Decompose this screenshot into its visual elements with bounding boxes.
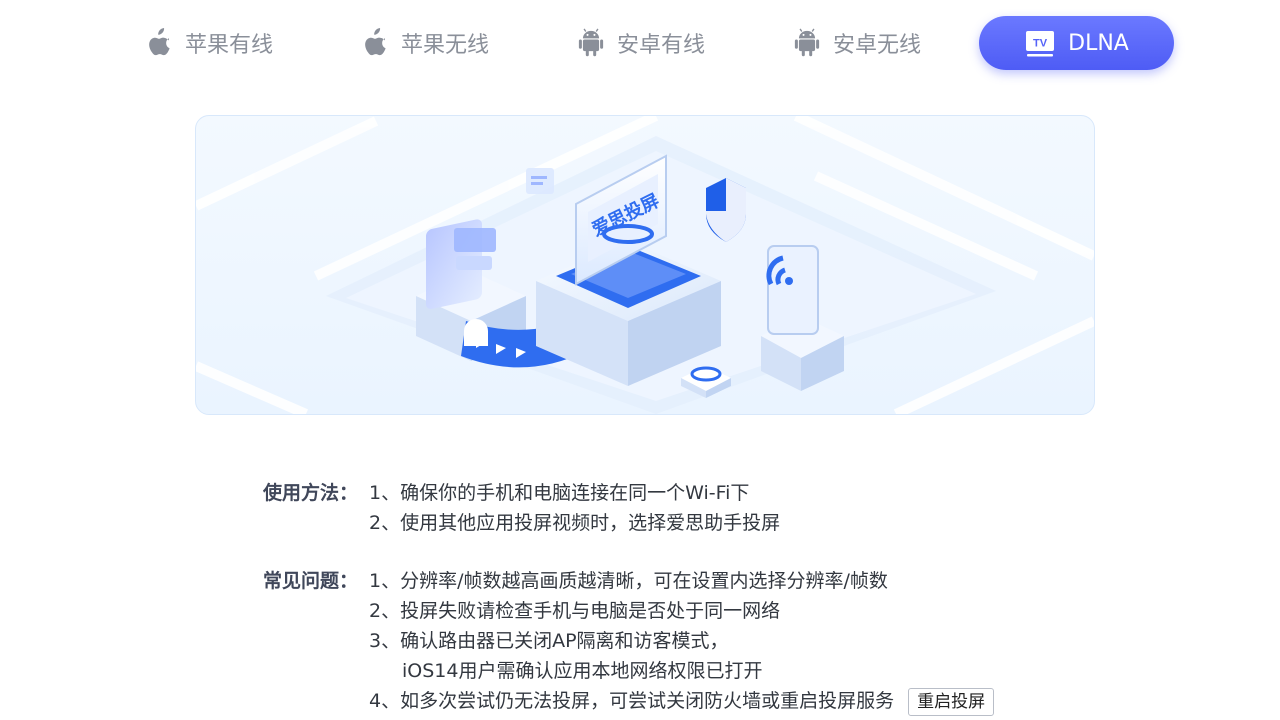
tab-android-wireless[interactable]: 安卓无线 bbox=[793, 16, 921, 70]
faq-item: 2、投屏失败请检查手机与电脑是否处于同一网络 bbox=[369, 600, 781, 622]
apple-icon bbox=[145, 28, 173, 58]
android-icon bbox=[793, 28, 821, 58]
restart-cast-button[interactable]: 重启投屏 bbox=[908, 687, 995, 716]
apple-icon bbox=[361, 28, 389, 58]
usage-label: 使用方法： bbox=[263, 482, 359, 504]
faq-label: 常见问题： bbox=[263, 570, 359, 592]
tv-icon: TV bbox=[1024, 28, 1056, 58]
tab-label: 安卓有线 bbox=[617, 33, 706, 58]
tab-label: 安卓无线 bbox=[833, 33, 922, 58]
tab-apple-wireless[interactable]: 苹果无线 bbox=[361, 16, 489, 70]
tab-label: 苹果无线 bbox=[401, 33, 490, 58]
dlna-illustration: 爱思投屏 bbox=[195, 115, 1095, 415]
tab-label: DLNA bbox=[1068, 30, 1129, 56]
svg-text:TV: TV bbox=[1033, 38, 1048, 50]
android-icon bbox=[577, 28, 605, 58]
faq-item: 1、分辨率/帧数越高画质越清晰，可在设置内选择分辨率/帧数 bbox=[369, 570, 888, 592]
faq-item: 3、确认路由器已关闭AP隔离和访客模式， bbox=[369, 630, 729, 652]
tab-dlna[interactable]: TV DLNA bbox=[979, 16, 1174, 70]
tab-label: 苹果有线 bbox=[185, 33, 274, 58]
tab-apple-wired[interactable]: 苹果有线 bbox=[145, 16, 273, 70]
connection-mode-tabs: 苹果有线 苹果无线 安卓有线 安卓无线 TV DLNA bbox=[0, 16, 1280, 72]
usage-item: 1、确保你的手机和电脑连接在同一个Wi-Fi下 bbox=[369, 482, 750, 504]
faq-item: iOS14用户需确认应用本地网络权限已打开 bbox=[402, 660, 763, 682]
faq-item: 4、如多次尝试仍无法投屏，可尝试关闭防火墙或重启投屏服务 bbox=[369, 690, 895, 712]
faq-item-with-button: 4、如多次尝试仍无法投屏，可尝试关闭防火墙或重启投屏服务 重启投屏 bbox=[369, 686, 995, 716]
usage-item: 2、使用其他应用投屏视频时，选择爱思助手投屏 bbox=[369, 512, 781, 534]
tab-android-wired[interactable]: 安卓有线 bbox=[577, 16, 705, 70]
